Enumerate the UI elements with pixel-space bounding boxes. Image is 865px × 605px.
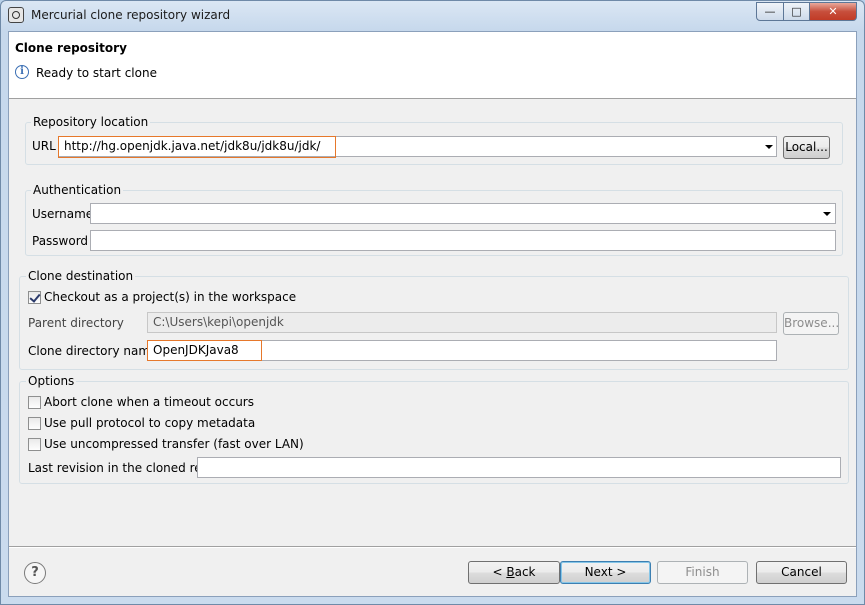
browse-button: Browse...: [783, 312, 839, 335]
pull-protocol-label[interactable]: Use pull protocol to copy metadata: [44, 416, 255, 430]
back-mnemonic: B: [506, 565, 515, 579]
parent-directory-label: Parent directory: [28, 316, 124, 330]
parent-directory-field: C:\Users\kepi\openjdk: [147, 312, 777, 333]
username-combo[interactable]: [90, 203, 836, 224]
url-label: URL: [32, 139, 56, 153]
repository-location-label: Repository location: [31, 115, 151, 129]
username-label: Username: [32, 207, 94, 221]
footer-separator: [9, 546, 856, 548]
last-revision-label: Last revision in the cloned repo: [28, 461, 217, 475]
minimize-button[interactable]: —: [756, 2, 784, 21]
authentication-label: Authentication: [31, 183, 124, 197]
clone-directory-field[interactable]: OpenJDKJava8: [147, 340, 777, 361]
abort-timeout-checkbox[interactable]: [28, 396, 41, 409]
next-button[interactable]: Next >: [560, 561, 651, 584]
abort-timeout-label[interactable]: Abort clone when a timeout occurs: [44, 395, 254, 409]
app-icon: [8, 7, 24, 23]
page-title: Clone repository: [15, 41, 127, 55]
checkout-label[interactable]: Checkout as a project(s) in the workspac…: [44, 290, 296, 304]
back-suffix: ack: [514, 565, 536, 579]
options-label: Options: [26, 374, 77, 388]
chevron-down-icon[interactable]: [823, 212, 831, 216]
back-prefix: <: [492, 565, 507, 579]
local-button[interactable]: Local...: [783, 136, 830, 159]
clone-directory-label: Clone directory name: [28, 344, 158, 358]
uncompressed-transfer-label[interactable]: Use uncompressed transfer (fast over LAN…: [44, 437, 304, 451]
title-bar[interactable]: Mercurial clone repository wizard — □ ✕: [1, 1, 864, 31]
maximize-button[interactable]: □: [783, 2, 810, 21]
password-label: Password: [32, 234, 89, 248]
wizard-header: Clone repository i Ready to start clone: [9, 32, 856, 99]
chevron-down-icon[interactable]: [765, 145, 773, 149]
url-value: http://hg.openjdk.java.net/jdk8u/jdk8u/j…: [64, 139, 321, 153]
clone-destination-label: Clone destination: [26, 269, 136, 283]
window-title: Mercurial clone repository wizard: [31, 8, 231, 22]
cancel-button[interactable]: Cancel: [756, 561, 847, 584]
back-button[interactable]: < Back: [468, 561, 560, 584]
status-message: Ready to start clone: [36, 66, 157, 80]
wizard-window: Mercurial clone repository wizard — □ ✕ …: [0, 0, 865, 605]
pull-protocol-checkbox[interactable]: [28, 417, 41, 430]
uncompressed-transfer-checkbox[interactable]: [28, 438, 41, 451]
checkout-checkbox[interactable]: [28, 291, 41, 304]
info-icon: i: [15, 65, 29, 79]
password-field[interactable]: [90, 230, 836, 251]
last-revision-field[interactable]: [197, 457, 841, 478]
help-icon[interactable]: ?: [24, 562, 46, 584]
finish-button: Finish: [657, 561, 748, 584]
url-combo[interactable]: http://hg.openjdk.java.net/jdk8u/jdk8u/j…: [58, 136, 777, 157]
close-button[interactable]: ✕: [809, 2, 857, 21]
dialog-client: Clone repository i Ready to start clone …: [8, 31, 857, 597]
